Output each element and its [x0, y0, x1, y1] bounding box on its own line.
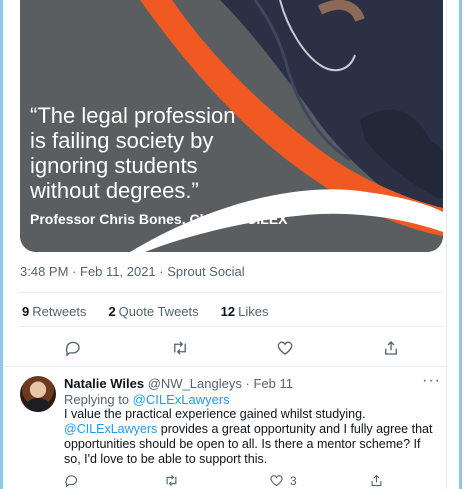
tweet-actions	[20, 336, 443, 360]
reply-retweet-button[interactable]	[164, 473, 179, 488]
retweets-stat[interactable]: 9 Retweets	[22, 304, 86, 319]
retweet-icon	[174, 341, 186, 355]
reply-icon	[65, 341, 80, 357]
share-icon	[385, 341, 397, 355]
tweet-date[interactable]: Feb 11, 2021	[80, 264, 156, 279]
author-name[interactable]: Natalie Wiles	[64, 376, 144, 391]
reply-like-button[interactable]: 3	[269, 473, 297, 488]
reply-date[interactable]: Feb 11	[253, 376, 293, 391]
tweet-metadata: 3:48 PM · Feb 11, 2021 · Sprout Social	[20, 264, 245, 279]
reply-share-button[interactable]	[369, 473, 384, 488]
divider	[3, 366, 446, 367]
column-divider	[446, 0, 447, 489]
retweet-icon	[166, 475, 177, 486]
divider	[20, 326, 443, 327]
likes-label: Likes	[238, 304, 269, 319]
tweet-source[interactable]: Sprout Social	[167, 264, 244, 279]
share-icon	[371, 474, 382, 487]
divider	[20, 292, 443, 293]
reply-text-part: I value the practical experience gained …	[64, 407, 366, 421]
author-handle[interactable]: @NW_Langleys	[148, 376, 242, 391]
header-separator: ·	[245, 376, 250, 391]
reply-text: I value the practical experience gained …	[64, 407, 439, 467]
quote-tweets-label: Quote Tweets	[118, 304, 199, 319]
reply-button[interactable]	[61, 336, 85, 360]
quote-attribution: Professor Chris Bones, Chair of CILEX	[30, 211, 288, 227]
retweet-button[interactable]	[168, 336, 192, 360]
reply-header: Natalie Wiles @NW_Langleys · Feb 11	[64, 376, 293, 391]
tweet-stats: 9 Retweets 2 Quote Tweets 12 Likes	[22, 304, 268, 319]
reply-tweet[interactable]: Natalie Wiles @NW_Langleys · Feb 11 ··· …	[20, 370, 443, 489]
like-icon	[277, 341, 293, 355]
reply-likes-count: 3	[290, 473, 297, 488]
quote-text: “The legal profession is failing society…	[30, 103, 236, 203]
reply-actions: 3	[64, 473, 439, 489]
window-border-left	[0, 0, 3, 489]
like-button[interactable]	[273, 336, 297, 360]
meta-separator: ·	[72, 264, 77, 279]
retweets-count: 9	[22, 304, 30, 319]
reply-mention[interactable]: @CILExLawyers	[64, 422, 157, 436]
tweet-image[interactable]: “The legal profession is failing society…	[20, 0, 443, 252]
avatar[interactable]	[20, 376, 56, 412]
likes-count: 12	[220, 304, 236, 319]
meta-separator: ·	[159, 264, 164, 279]
like-icon	[270, 475, 283, 487]
retweets-label: Retweets	[32, 304, 87, 319]
likes-stat[interactable]: 12 Likes	[221, 304, 269, 319]
reply-icon	[65, 475, 78, 488]
quote-tweets-stat[interactable]: 2 Quote Tweets	[108, 304, 198, 319]
replying-to-handle[interactable]: @CILExLawyers	[133, 392, 230, 407]
replying-to-label: Replying to	[64, 392, 130, 407]
share-button[interactable]	[379, 336, 403, 360]
tweet-time[interactable]: 3:48 PM	[20, 264, 68, 279]
more-options-icon[interactable]: ···	[422, 372, 441, 390]
replying-to: Replying to @CILExLawyers	[64, 392, 230, 407]
quote-tweets-count: 2	[108, 304, 116, 319]
reply-reply-button[interactable]	[64, 473, 79, 488]
